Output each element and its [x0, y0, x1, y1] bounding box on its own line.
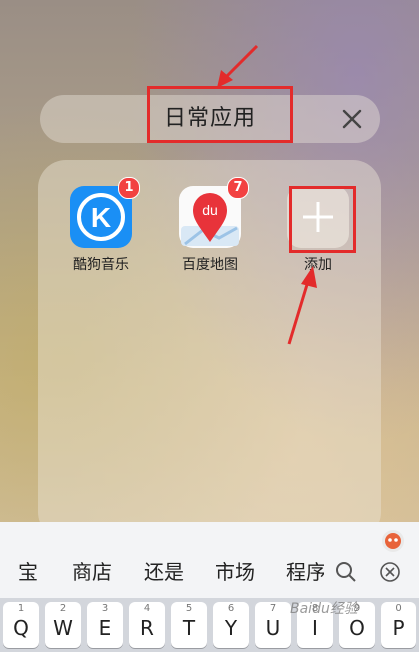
app-kugou-music[interactable]: K 1 酷狗音乐	[61, 177, 141, 274]
watermark: Baidu经验	[290, 601, 358, 617]
annotation-box-add	[289, 186, 356, 253]
key-t[interactable]: 5T	[171, 602, 207, 648]
candidate-bar: 宝 商店 还是 市场 程序	[0, 554, 419, 590]
close-icon[interactable]	[338, 105, 366, 133]
candidate-word[interactable]: 商店	[72, 554, 112, 590]
app-label: 百度地图	[182, 257, 238, 273]
candidate-word[interactable]: 宝	[18, 554, 38, 590]
annotation-arrow-add	[287, 266, 317, 345]
kugou-music-icon[interactable]: K 1	[70, 177, 140, 248]
key-p[interactable]: 0P	[381, 602, 416, 648]
keyboard-area: 宝 商店 还是 市场 程序 1Q 2W 3E 4R 5T 6Y 7U 8I 9O…	[0, 522, 419, 652]
svg-text:K: K	[91, 202, 111, 233]
notification-badge: 7	[227, 177, 249, 199]
app-baidu-map[interactable]: du 7 百度地图	[170, 177, 250, 274]
annotation-arrow-title	[217, 44, 259, 88]
key-w[interactable]: 2W	[45, 602, 81, 648]
key-y[interactable]: 6Y	[213, 602, 249, 648]
app-label: 酷狗音乐	[73, 257, 129, 273]
candidate-word[interactable]: 市场	[215, 554, 255, 590]
candidate-word[interactable]: 还是	[144, 554, 184, 590]
baidu-map-icon[interactable]: du 7	[179, 177, 249, 248]
key-r[interactable]: 4R	[129, 602, 165, 648]
key-q[interactable]: 1Q	[3, 602, 39, 648]
key-e[interactable]: 3E	[87, 602, 123, 648]
notification-badge: 1	[118, 177, 140, 199]
keyboard-logo-icon[interactable]	[382, 530, 404, 552]
search-icon[interactable]	[334, 560, 358, 584]
candidate-word[interactable]: 程序	[286, 554, 324, 590]
baidu-logo-text: du	[202, 202, 218, 218]
annotation-box-title	[147, 86, 293, 143]
key-u[interactable]: 7U	[255, 602, 291, 648]
close-candidates-icon[interactable]	[378, 560, 402, 584]
